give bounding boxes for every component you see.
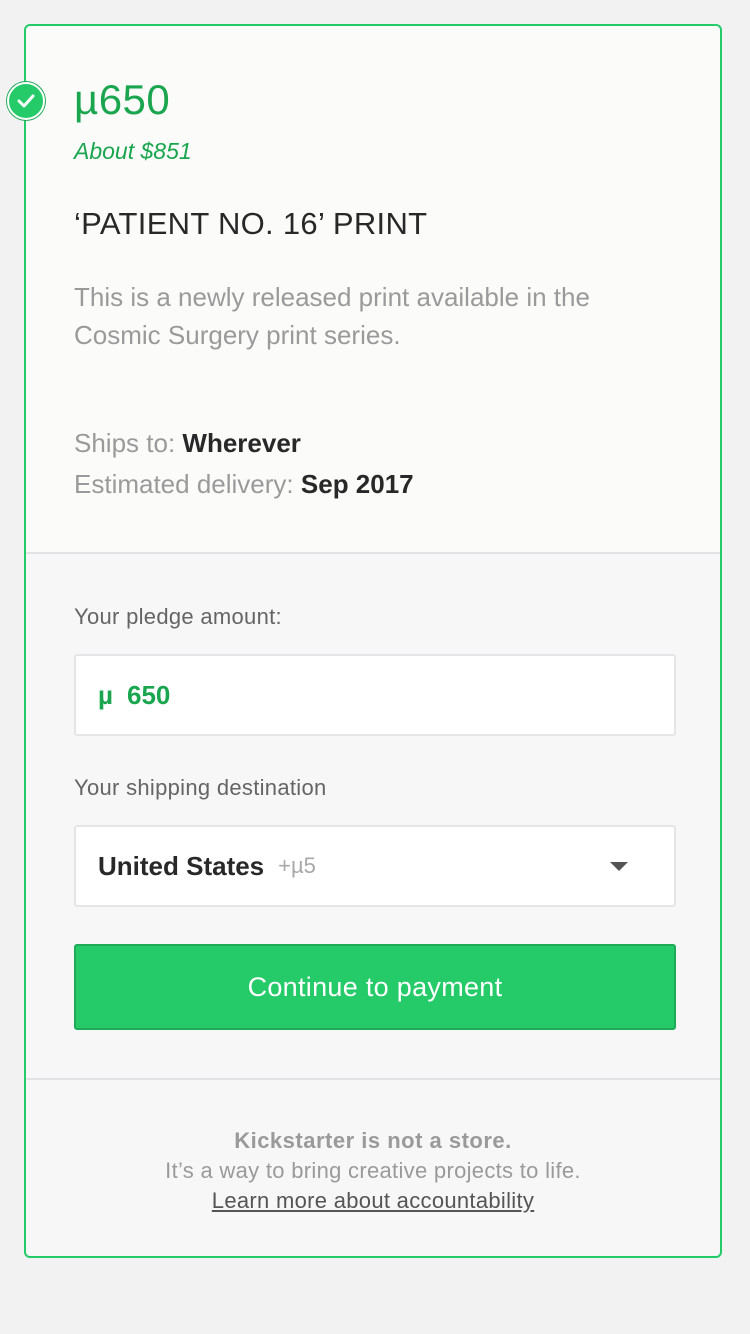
footer: Kickstarter is not a store. It’s a way t… (26, 1126, 720, 1216)
footer-heading: Kickstarter is not a store. (234, 1128, 512, 1153)
delivery-label: Estimated delivery: (74, 469, 294, 499)
pledge-amount-label: Your pledge amount: (74, 604, 282, 629)
shipping-destination-label: Your shipping destination (74, 775, 327, 800)
ships-to: Ships to: Wherever (74, 428, 301, 459)
pledge-amount-input[interactable]: µ 650 (74, 654, 676, 736)
pledge-amount-value: 650 (126, 679, 171, 710)
shipping-fee: +µ5 (278, 853, 316, 878)
continue-to-payment-button[interactable]: Continue to payment (74, 944, 676, 1030)
reward-card: µ650 About $851 ‘PATIENT NO. 16’ PRINT T… (7, 24, 722, 1258)
delivery-value: Sep 2017 (300, 469, 414, 499)
footer-divider (26, 1078, 720, 1080)
reward-summary: µ650 About $851 ‘PATIENT NO. 16’ PRINT T… (7, 26, 720, 554)
ships-to-value: Wherever (182, 428, 301, 458)
shipping-destination-select[interactable]: United States +µ5 (74, 825, 676, 907)
reward-title: ‘PATIENT NO. 16’ PRINT (74, 206, 428, 241)
shipping-country: United States (98, 850, 265, 881)
reward-description: This is a newly released print available… (74, 282, 590, 350)
accountability-link[interactable]: Learn more about accountability (26, 1186, 720, 1216)
ships-to-label: Ships to: (74, 428, 176, 458)
pledge-currency-symbol: µ (98, 679, 113, 710)
checkmark-icon (7, 82, 45, 120)
reward-about-usd: About $851 (74, 138, 192, 164)
reward-amount: µ650 (74, 76, 171, 123)
footer-subtext: It’s a way to bring creative projects to… (165, 1158, 581, 1183)
estimated-delivery: Estimated delivery: Sep 2017 (74, 469, 414, 500)
caret-down-icon (610, 862, 628, 871)
